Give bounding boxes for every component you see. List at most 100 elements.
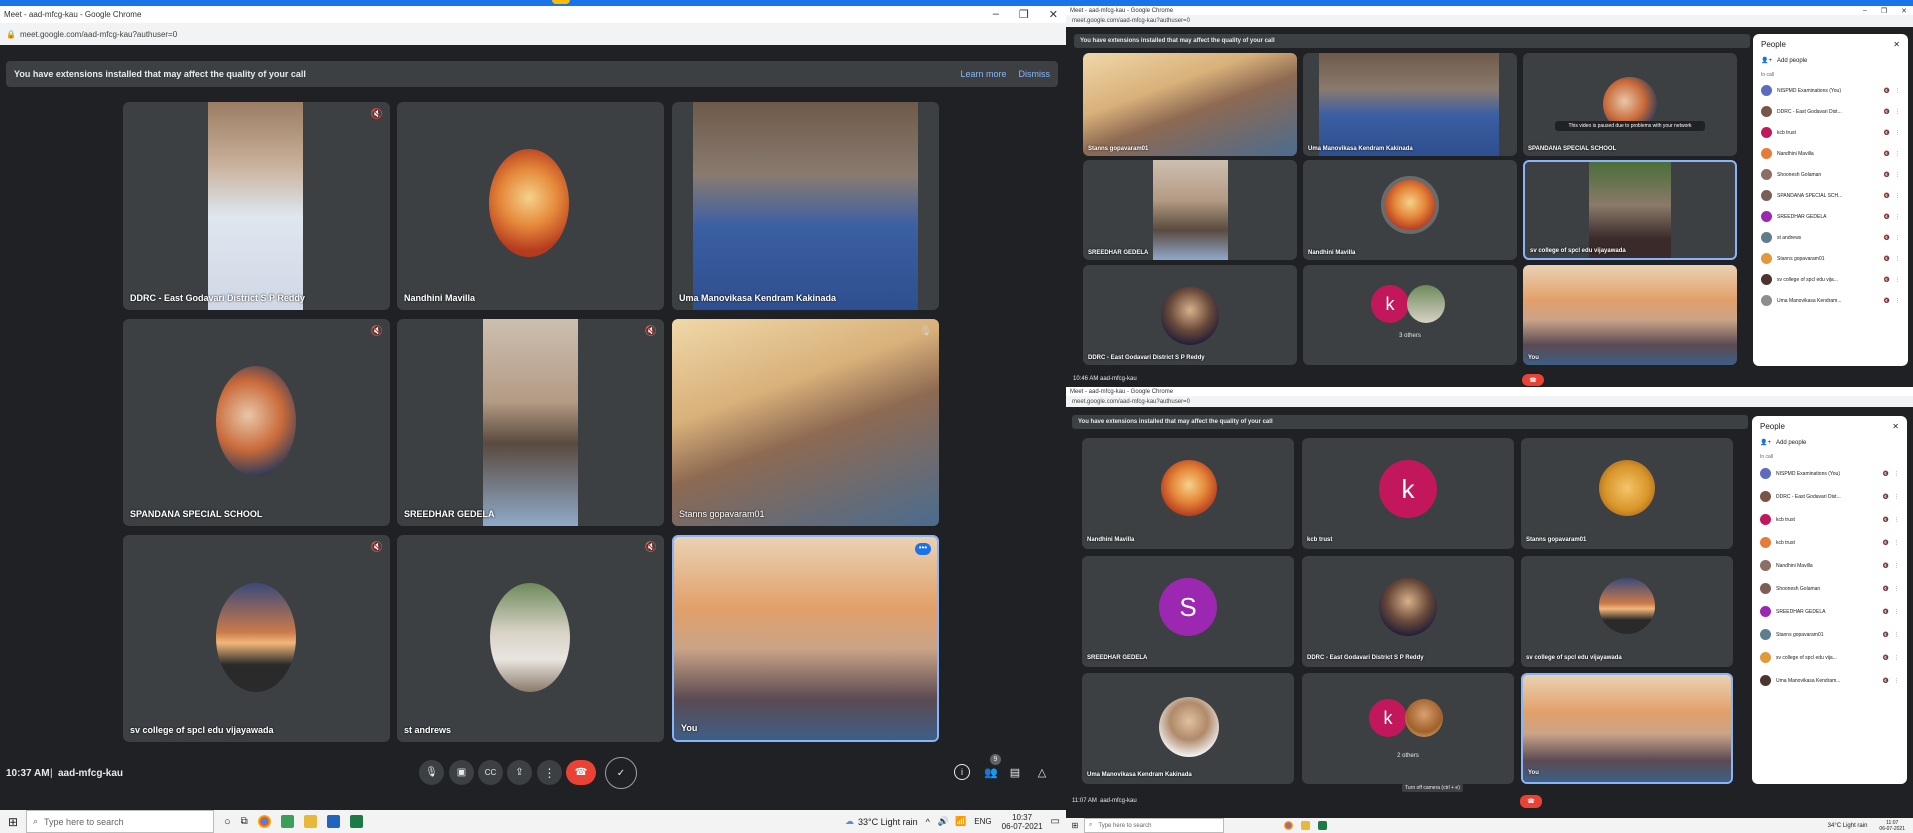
clock-date[interactable]: 06-07-2021 [1002, 822, 1043, 831]
video-tile[interactable]: This video is paused due to problems wit… [1523, 53, 1737, 156]
participant-row[interactable]: Nandhini Mavilla 🔇 ⋮ [1752, 554, 1907, 577]
taskbar-search-box[interactable]: ⌕ Type here to search [1084, 818, 1224, 833]
cortana-icon[interactable]: ○ [224, 816, 231, 828]
participant-row[interactable]: sv college of spcl edu vija... 🔇 ⋮ [1753, 269, 1908, 290]
participant-row[interactable]: SREEDHAR GEDELA 🔇 ⋮ [1752, 600, 1907, 623]
video-tile[interactable]: Uma Manovikasa Kendram Kakinada [672, 102, 939, 310]
self-video-tile[interactable]: You [1523, 265, 1737, 365]
chrome-icon[interactable] [1284, 821, 1293, 830]
br-address-bar[interactable]: meet.google.com/aad-mfcg-kau?authuser=0 [1066, 396, 1913, 407]
video-tile[interactable]: 🔇 DDRC - East Godavari District S P Redd… [123, 102, 390, 310]
more-options-icon[interactable]: ••• [915, 543, 931, 555]
close-icon[interactable]: ✕ [1049, 8, 1058, 21]
weather-text[interactable]: 34°C Light rain [1828, 823, 1868, 829]
participant-row[interactable]: Stanns gopavaram01 🔇 ⋮ [1752, 623, 1907, 646]
people-icon[interactable]: 👥 [981, 762, 1001, 782]
dismiss-link[interactable]: Dismiss [1019, 69, 1051, 79]
close-panel-icon[interactable]: ✕ [1892, 422, 1899, 431]
video-tile[interactable]: Stanns gopavaram01 [1521, 438, 1733, 549]
participant-row[interactable]: Shoonesh Golaman 🔇 ⋮ [1752, 577, 1907, 600]
video-tile[interactable]: 🔇 SPANDANA SPECIAL SCHOOL [123, 319, 390, 526]
more-options-icon[interactable]: ⋮ [1894, 517, 1899, 523]
more-options-button[interactable]: ⋮ [537, 760, 562, 785]
participant-row[interactable]: NISPMD Examinations (You) 🔇 ⋮ [1752, 462, 1907, 485]
self-video-tile[interactable]: You [1521, 673, 1733, 784]
more-options-icon[interactable]: ⋮ [1895, 277, 1900, 283]
participant-row[interactable]: Nandhini Mavilla 🔇 ⋮ [1753, 143, 1908, 164]
more-options-icon[interactable]: ⋮ [1894, 563, 1899, 569]
video-tile[interactable]: DDRC - East Godavari District S P Reddy [1083, 265, 1297, 365]
video-tile[interactable]: k kcb trust [1302, 438, 1514, 549]
chat-icon[interactable]: ▤ [1005, 762, 1025, 782]
video-tile[interactable]: Uma Manovikasa Kendram Kakinada [1082, 673, 1294, 784]
notepad-icon[interactable] [280, 815, 294, 828]
notification-icon[interactable]: ▭ [1051, 816, 1060, 827]
video-tile[interactable]: k 2 others [1302, 673, 1514, 784]
video-tile[interactable]: 🔇 SREEDHAR GEDELA [397, 319, 664, 526]
more-options-icon[interactable]: ⋮ [1895, 298, 1900, 304]
file-explorer-icon[interactable] [1301, 821, 1310, 830]
participant-row[interactable]: NISPMD Examinations (You) 🔇 ⋮ [1753, 80, 1908, 101]
task-view-icon[interactable]: ⧉ [241, 816, 248, 827]
participant-row[interactable]: Uma Manovikasa Kendram... 🔇 ⋮ [1752, 669, 1907, 692]
leave-call-button[interactable]: ☎ [1522, 374, 1544, 386]
more-options-icon[interactable]: ⋮ [1894, 632, 1899, 638]
taskbar-search-box[interactable]: ⌕ Type here to search [26, 810, 214, 833]
more-options-icon[interactable]: ⋮ [1895, 256, 1900, 262]
participant-row[interactable]: SREEDHAR GEDELA 🔇 ⋮ [1753, 206, 1908, 227]
participant-row[interactable]: Stanns gopavaram01 🔇 ⋮ [1753, 248, 1908, 269]
excel-icon[interactable] [349, 815, 363, 828]
more-options-icon[interactable]: ⋮ [1895, 214, 1900, 220]
network-icon[interactable]: 📶 [955, 816, 966, 827]
video-tile[interactable]: Nandhini Mavilla [1082, 438, 1294, 549]
tr-address-bar[interactable]: meet.google.com/aad-mfcg-kau?authuser=0 [1066, 15, 1913, 27]
video-tile[interactable]: Stanns gopavaram01 [1083, 53, 1297, 156]
more-options-icon[interactable]: ⋮ [1894, 655, 1899, 661]
windows-start-icon[interactable]: ⊞ [1066, 821, 1084, 830]
leave-call-button[interactable]: ☎ [566, 760, 596, 785]
self-video-tile[interactable]: ••• You [672, 535, 939, 742]
more-options-icon[interactable]: ⋮ [1894, 609, 1899, 615]
more-options-icon[interactable]: ⋮ [1895, 172, 1900, 178]
participant-row[interactable]: Uma Manovikasa Kendram... 🔇 ⋮ [1753, 290, 1908, 311]
participant-row[interactable]: sv college of spcl edu vija... 🔇 ⋮ [1752, 646, 1907, 669]
more-options-icon[interactable]: ⋮ [1894, 678, 1899, 684]
video-tile[interactable]: Uma Manovikasa Kendram Kakinada [1303, 53, 1517, 156]
weather-widget[interactable]: ☁ 33°C Light rain [845, 816, 918, 827]
learn-more-link[interactable]: Learn more [960, 69, 1006, 79]
present-button[interactable]: ⇪ [507, 760, 532, 785]
video-tile[interactable]: Nandhini Mavilla [397, 102, 664, 310]
more-options-icon[interactable]: ⋮ [1894, 586, 1899, 592]
volume-icon[interactable]: 🔊 [938, 816, 949, 827]
participant-row[interactable]: Shoonesh Golaman 🔇 ⋮ [1753, 164, 1908, 185]
info-icon[interactable]: i [954, 764, 970, 780]
microphone-button[interactable]: 🎙 [419, 760, 444, 785]
participant-row[interactable]: SPANDANA SPECIAL SCH... 🔇 ⋮ [1753, 185, 1908, 206]
outlook-icon[interactable] [326, 815, 340, 828]
more-options-icon[interactable]: ⋮ [1895, 193, 1900, 199]
video-tile[interactable]: 🔇 sv college of spcl edu vijayawada [123, 535, 390, 742]
more-options-icon[interactable]: ⋮ [1895, 235, 1900, 241]
video-tile[interactable]: sv college of spcl edu vijayawada [1521, 556, 1733, 667]
windows-start-icon[interactable]: ⊞ [0, 815, 26, 829]
minimize-icon[interactable]: – [1863, 7, 1867, 15]
participant-row[interactable]: kcb trust 🔇 ⋮ [1752, 531, 1907, 554]
camera-button[interactable]: ▣ [449, 760, 474, 785]
more-options-icon[interactable]: ⋮ [1895, 109, 1900, 115]
add-people-button[interactable]: 👤+ Add people [1753, 55, 1908, 66]
more-options-icon[interactable]: ⋮ [1895, 88, 1900, 94]
minimize-icon[interactable]: – [993, 8, 999, 21]
activities-icon[interactable]: △ [1032, 762, 1052, 782]
video-tile[interactable]: 🔇 st andrews [397, 535, 664, 742]
participant-row[interactable]: kcb trust 🔇 ⋮ [1753, 122, 1908, 143]
left-address-bar[interactable]: 🔒 meet.google.com/aad-mfcg-kau?authuser=… [0, 23, 1066, 45]
video-tile[interactable]: S SREEDHAR GEDELA [1082, 556, 1294, 667]
clock-date[interactable]: 06-07-2021 [1879, 826, 1905, 832]
add-people-button[interactable]: 👤+ Add people [1752, 437, 1907, 448]
more-options-icon[interactable]: ⋮ [1894, 540, 1899, 546]
participant-row[interactable]: kcb trust 🔇 ⋮ [1752, 508, 1907, 531]
language-indicator[interactable]: ENG [974, 817, 991, 826]
chrome-icon[interactable] [257, 815, 271, 828]
more-options-icon[interactable]: ⋮ [1895, 130, 1900, 136]
restore-icon[interactable]: ❐ [1881, 7, 1887, 15]
